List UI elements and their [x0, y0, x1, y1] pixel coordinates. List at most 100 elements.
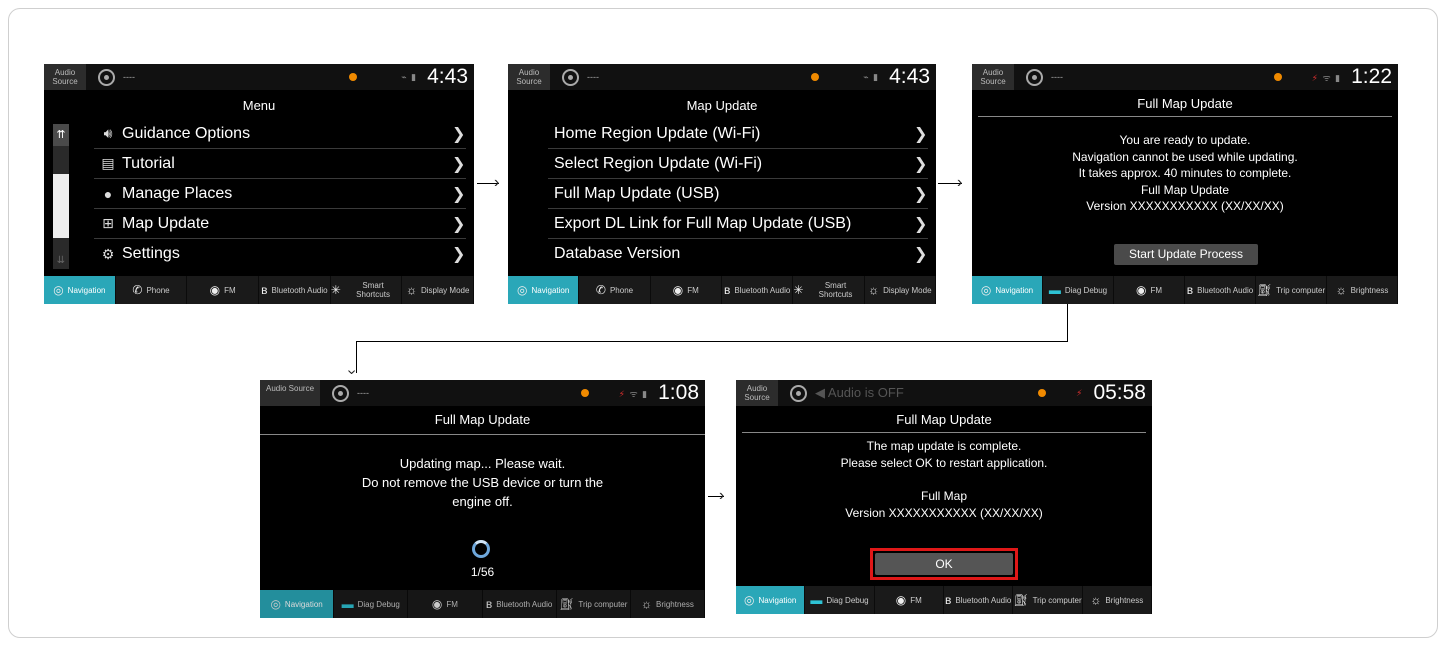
message-line: It takes approx. 40 minutes to complete.	[1078, 166, 1292, 180]
display-mode-button[interactable]: ☼ Display Mode	[865, 276, 936, 304]
diag-icon: ▬	[341, 596, 354, 611]
scroll-thumb[interactable]	[53, 174, 69, 238]
trip-computer-button[interactable]: ⛽︎ Trip computer	[557, 590, 631, 618]
audio-source-button[interactable]: Audio Source	[736, 380, 778, 406]
menu-item-home-region-update[interactable]: Home Region Update (Wi-Fi) ❯	[548, 119, 928, 149]
menu-item-full-map-update[interactable]: Full Map Update (USB) ❯	[548, 179, 928, 209]
scroll-up-icon[interactable]: ⇈	[53, 124, 69, 146]
trip-label: Trip computer	[1032, 595, 1082, 605]
navigation-icon: ◎	[980, 282, 992, 297]
menu-item-database-version[interactable]: Database Version ❯	[548, 239, 928, 269]
arrow-head-icon: ›	[719, 487, 725, 504]
diag-debug-button[interactable]: ▬ Diag Debug	[1043, 276, 1114, 304]
audio-source-button[interactable]: Audio Source	[44, 64, 86, 90]
audio-source-button[interactable]: Audio Source	[260, 380, 320, 406]
message-line: Do not remove the USB device or turn the	[361, 475, 604, 490]
updating-message: Updating map... Please wait. Do not remo…	[260, 454, 705, 511]
speaker-icon: ◀︎	[815, 385, 828, 400]
brightness-button[interactable]: ☼ Brightness	[1083, 586, 1152, 614]
signal-icon: ⌁ ▮	[401, 71, 418, 82]
radio-icon: ◉	[1135, 282, 1147, 297]
message-line: Updating map... Please wait.	[399, 456, 566, 471]
diag-debug-button[interactable]: ▬ Diag Debug	[805, 586, 875, 614]
trip-computer-button[interactable]: ⛽︎ Trip computer	[1256, 276, 1327, 304]
scrollbar[interactable]: ⇈ ⇊	[53, 124, 69, 269]
brightness-icon: ☼	[641, 596, 653, 611]
shortcuts-label: Smart Shortcuts	[356, 281, 390, 299]
navigation-icon: ◎	[270, 596, 281, 611]
menu-item-tutorial[interactable]: ▤ Tutorial ❯	[94, 149, 466, 179]
bluetooth-audio-button[interactable]: ʙ Bluetooth Audio	[722, 276, 794, 304]
menu-item-map-update[interactable]: ⊞ Map Update ❯	[94, 209, 466, 239]
fm-button[interactable]: ◉ FM	[1114, 276, 1185, 304]
menu-item-label: Settings	[122, 245, 180, 262]
menu-item-guidance-options[interactable]: 🔊︎ Guidance Options ❯	[94, 119, 466, 149]
nav-button[interactable]: ◎ Navigation	[736, 586, 806, 614]
notification-dot	[1038, 389, 1047, 397]
message-line: Navigation cannot be used while updating…	[1072, 149, 1298, 164]
audio-source-button[interactable]: Audio Source	[972, 64, 1014, 90]
nav-label: Navigation	[995, 285, 1034, 295]
screen-title: Map Update	[686, 98, 758, 113]
fm-button[interactable]: ◉ FM	[408, 590, 483, 618]
notification-dot	[580, 389, 589, 397]
message-line: engine off.	[452, 494, 513, 509]
fm-button[interactable]: ◉ FM	[187, 276, 260, 304]
nav-button[interactable]: ◎ Navigation	[44, 276, 116, 304]
menu-item-export-dl-link[interactable]: Export DL Link for Full Map Update (USB)…	[548, 209, 928, 239]
nav-button[interactable]: ◎ Navigation	[260, 590, 335, 618]
message-line: Version XXXXXXXXXXX (XX/XX/XX)	[845, 505, 1043, 520]
bluetooth-audio-button[interactable]: ʙ Bluetooth Audio	[944, 586, 1014, 614]
title-divider	[742, 432, 1146, 433]
menu-item-settings[interactable]: ⚙ Settings ❯	[94, 239, 466, 269]
scroll-down-icon[interactable]: ⇊	[53, 255, 69, 269]
brightness-button[interactable]: ☼ Brightness	[1327, 276, 1398, 304]
smart-shortcuts-button[interactable]: ✳ Smart Shortcuts	[793, 276, 865, 304]
display-label: Display Mode	[420, 285, 470, 295]
clock: 05:58	[1093, 381, 1146, 404]
bluetooth-audio-button[interactable]: ʙ Bluetooth Audio	[1185, 276, 1256, 304]
screen-updating: Audio Source ---- ⚡ ᯤ ▮ 1:08 Full Map Up…	[260, 380, 705, 618]
bottom-bar: ◎ Navigation ✆ Phone ◉ FM ʙ Bluetooth Audio …	[508, 276, 936, 304]
menu-item-label: Database Version	[554, 245, 681, 262]
display-icon: ☼	[868, 282, 880, 297]
fm-label: FM	[1150, 285, 1163, 295]
bluetooth-audio-button[interactable]: ʙ Bluetooth Audio	[259, 276, 331, 304]
map-update-list: Home Region Update (Wi-Fi) ❯ Select Regi…	[548, 119, 928, 269]
update-message: You are ready to update. Navigation cann…	[972, 132, 1398, 215]
menu-item-manage-places[interactable]: ● Manage Places ❯	[94, 179, 466, 209]
trip-computer-button[interactable]: ⛽︎ Trip computer	[1013, 586, 1083, 614]
fm-button[interactable]: ◉ FM	[875, 586, 944, 614]
bluetooth-audio-button[interactable]: ʙ Bluetooth Audio	[483, 590, 557, 618]
diag-debug-button[interactable]: ▬ Diag Debug	[334, 590, 409, 618]
navigation-icon: ◎	[517, 282, 528, 297]
nav-button[interactable]: ◎ Navigation	[972, 276, 1043, 304]
audio-source-button[interactable]: Audio Source	[508, 64, 550, 90]
status-bar: Audio Source ---- ⚡ ᯤ ▮ 1:08	[260, 380, 705, 406]
person-icon: ●	[103, 185, 113, 202]
message-line: The map update is complete.	[866, 439, 1022, 453]
shortcuts-label: Smart Shortcuts	[818, 281, 853, 299]
fm-button[interactable]: ◉ FM	[651, 276, 722, 304]
chevron-right-icon: ❯	[914, 246, 928, 263]
clock: 4:43	[889, 65, 930, 88]
menu-item-label: Select Region Update (Wi-Fi)	[554, 154, 763, 172]
signal-icon: ⚡	[1076, 387, 1084, 398]
smart-shortcuts-button[interactable]: ✳ Smart Shortcuts	[331, 276, 403, 304]
start-update-button[interactable]: Start Update Process	[1114, 244, 1258, 265]
brightness-button[interactable]: ☼ Brightness	[631, 590, 705, 618]
status-bar: Audio Source ◀︎ Audio is OFF ⚡ 05:58	[736, 380, 1152, 406]
screen-menu: Audio Source ---- ⌁ ▮ 4:43 Menu ⇈ ⇊ 🔊︎ G…	[44, 64, 474, 304]
phone-button[interactable]: ✆ Phone	[579, 276, 651, 304]
nav-label: Navigation	[67, 285, 106, 295]
fuel-icon: ⛽︎	[1256, 282, 1273, 297]
bluetooth-icon: ʙ	[723, 282, 731, 297]
nav-label: Navigation	[531, 285, 570, 295]
phone-button[interactable]: ✆ Phone	[116, 276, 188, 304]
menu-item-select-region-update[interactable]: Select Region Update (Wi-Fi) ❯	[548, 149, 928, 179]
ok-button[interactable]: OK	[875, 553, 1013, 575]
display-mode-button[interactable]: ☼ Display Mode	[402, 276, 474, 304]
nav-button[interactable]: ◎ Navigation	[508, 276, 580, 304]
radio-icon	[98, 68, 115, 86]
bluetooth-icon: ʙ	[485, 596, 493, 611]
